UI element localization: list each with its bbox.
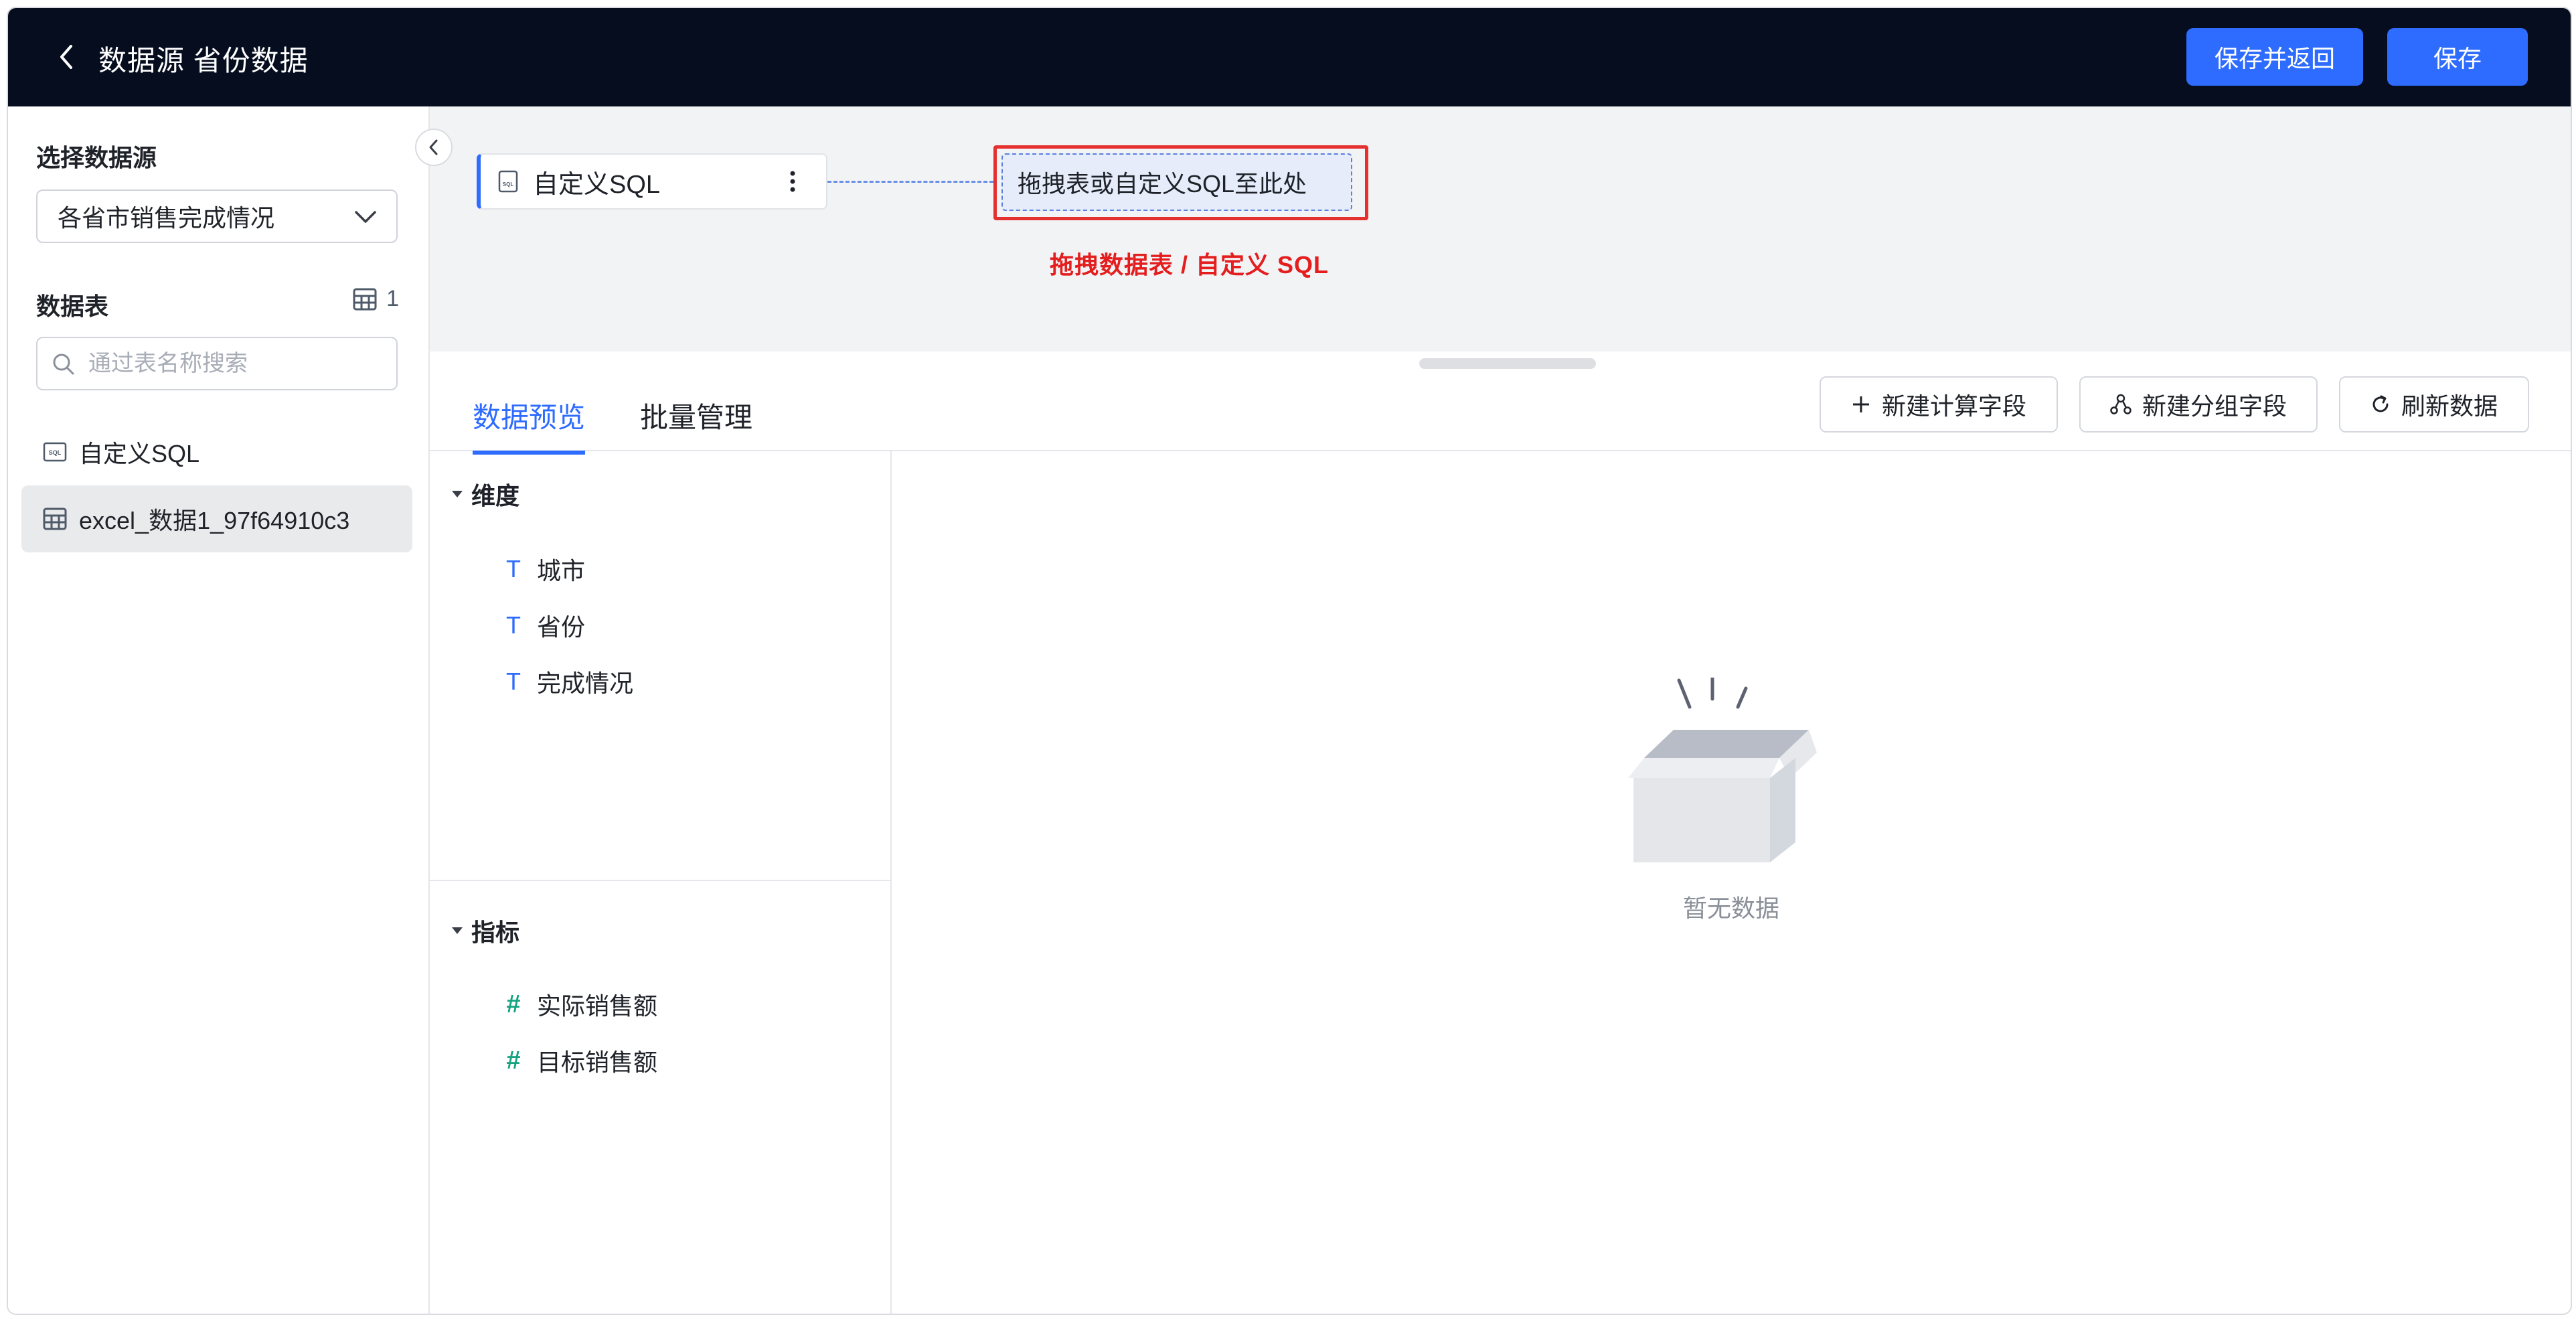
- metric-field-label: 目标销售额: [537, 1049, 658, 1076]
- sidebar-item-label: excel_数据1_97f64910c3: [79, 507, 350, 534]
- metric-field[interactable]: # 实际销售额: [505, 987, 657, 1022]
- header-bar: 数据源 省份数据 保存并返回 保存: [8, 8, 2571, 106]
- text-type-icon: T: [506, 555, 521, 583]
- dimension-field-label: 完成情况: [537, 670, 634, 697]
- tab-batch-management[interactable]: 批量管理: [640, 395, 752, 451]
- sidebar-item-label: 自定义SQL: [79, 440, 200, 467]
- drop-hint-annotation: 拖拽数据表 / 自定义 SQL: [1050, 251, 1330, 279]
- sql-icon: SQL: [498, 170, 518, 193]
- back-button[interactable]: [50, 40, 83, 74]
- select-source-label: 选择数据源: [36, 144, 157, 171]
- metric-field-label: 实际销售额: [537, 992, 658, 1020]
- empty-box-icon: [1628, 678, 1817, 862]
- svg-text:SQL: SQL: [503, 181, 514, 187]
- hierarchy-icon: [2110, 394, 2131, 414]
- tables-label: 数据表: [36, 293, 109, 320]
- table-count: 1: [353, 286, 399, 312]
- text-type-icon: T: [506, 611, 521, 639]
- preview-panel: 暂无数据: [892, 451, 2571, 1314]
- dimension-field-label: 城市: [537, 557, 586, 585]
- new-group-field-button[interactable]: 新建分组字段: [2079, 376, 2318, 433]
- tab-data-preview[interactable]: 数据预览: [473, 395, 586, 455]
- svg-text:SQL: SQL: [49, 449, 62, 456]
- table-search-box[interactable]: [36, 337, 398, 390]
- caret-down-icon: [452, 927, 463, 934]
- join-canvas: SQL 自定义SQL 拖拽表或自定义SQL至此处 拖拽数据表 / 自定义 SQL: [430, 106, 2571, 369]
- table-icon: [353, 288, 377, 310]
- section-divider: [430, 880, 890, 881]
- selected-source-value: 各省市销售完成情况: [58, 204, 275, 232]
- save-button[interactable]: 保存: [2387, 28, 2528, 86]
- dimensions-label: 维度: [471, 482, 520, 510]
- new-calc-field-label: 新建计算字段: [1881, 392, 2026, 420]
- dimension-field-label: 省份: [537, 613, 586, 641]
- drop-zone[interactable]: 拖拽表或自定义SQL至此处: [1001, 153, 1352, 211]
- more-vertical-icon[interactable]: [789, 168, 797, 195]
- sidebar-item-custom-sql[interactable]: SQL 自定义SQL: [21, 418, 412, 485]
- number-type-icon: #: [506, 990, 521, 1018]
- caret-down-icon: [452, 491, 463, 497]
- metrics-section-header[interactable]: 指标: [451, 913, 519, 948]
- search-icon: [53, 354, 74, 375]
- table-icon: [43, 508, 67, 530]
- new-calc-field-button[interactable]: 新建计算字段: [1820, 376, 2058, 433]
- page-title: 数据源 省份数据: [98, 45, 309, 76]
- table-count-value: 1: [386, 286, 399, 311]
- metric-field[interactable]: # 目标销售额: [505, 1043, 657, 1078]
- empty-state-text: 暂无数据: [1682, 895, 1779, 922]
- data-source-select[interactable]: 各省市销售完成情况: [36, 189, 398, 243]
- dimension-field[interactable]: T 完成情况: [505, 664, 633, 699]
- refresh-icon: [2372, 395, 2389, 412]
- chevron-down-icon: [355, 211, 376, 223]
- app-window: 数据源 省份数据 保存并返回 保存 选择数据源 各省市销售完成情况 数据表 1 …: [7, 7, 2572, 1315]
- node-connector-line: [827, 181, 993, 183]
- custom-sql-node[interactable]: SQL 自定义SQL: [477, 153, 827, 210]
- new-group-field-label: 新建分组字段: [2142, 392, 2287, 420]
- table-search-input[interactable]: [87, 350, 384, 378]
- sidebar-item-excel-table[interactable]: excel_数据1_97f64910c3: [21, 485, 412, 552]
- node-label: 自定义SQL: [533, 170, 661, 199]
- dimensions-section-header[interactable]: 维度: [451, 477, 519, 512]
- save-and-return-button[interactable]: 保存并返回: [2186, 28, 2363, 86]
- chevron-left-icon: [429, 139, 438, 155]
- chevron-left-icon: [60, 45, 72, 69]
- refresh-data-label: 刷新数据: [2401, 392, 2498, 420]
- collapse-sidebar-button[interactable]: [415, 129, 453, 166]
- sql-icon: SQL: [43, 442, 67, 462]
- refresh-data-button[interactable]: 刷新数据: [2339, 376, 2529, 433]
- number-type-icon: #: [506, 1046, 521, 1075]
- dimension-field[interactable]: T 城市: [505, 552, 585, 587]
- drop-zone-text: 拖拽表或自定义SQL至此处: [1018, 170, 1307, 198]
- metrics-label: 指标: [471, 919, 520, 946]
- tabs-bar: 数据预览 批量管理 新建计算字段 新建分组字段 刷新数据: [430, 356, 2571, 455]
- sidebar: 选择数据源 各省市销售完成情况 数据表 1 SQL 自定义SQL excel_数…: [8, 106, 430, 1314]
- dimension-field[interactable]: T 省份: [505, 608, 585, 643]
- fields-panel: 维度 T 城市 T 省份 T 完成情况 指标 # 实际销售额 # 目标销售额: [430, 451, 892, 1314]
- text-type-icon: T: [506, 668, 521, 695]
- plus-icon: [1852, 396, 1869, 412]
